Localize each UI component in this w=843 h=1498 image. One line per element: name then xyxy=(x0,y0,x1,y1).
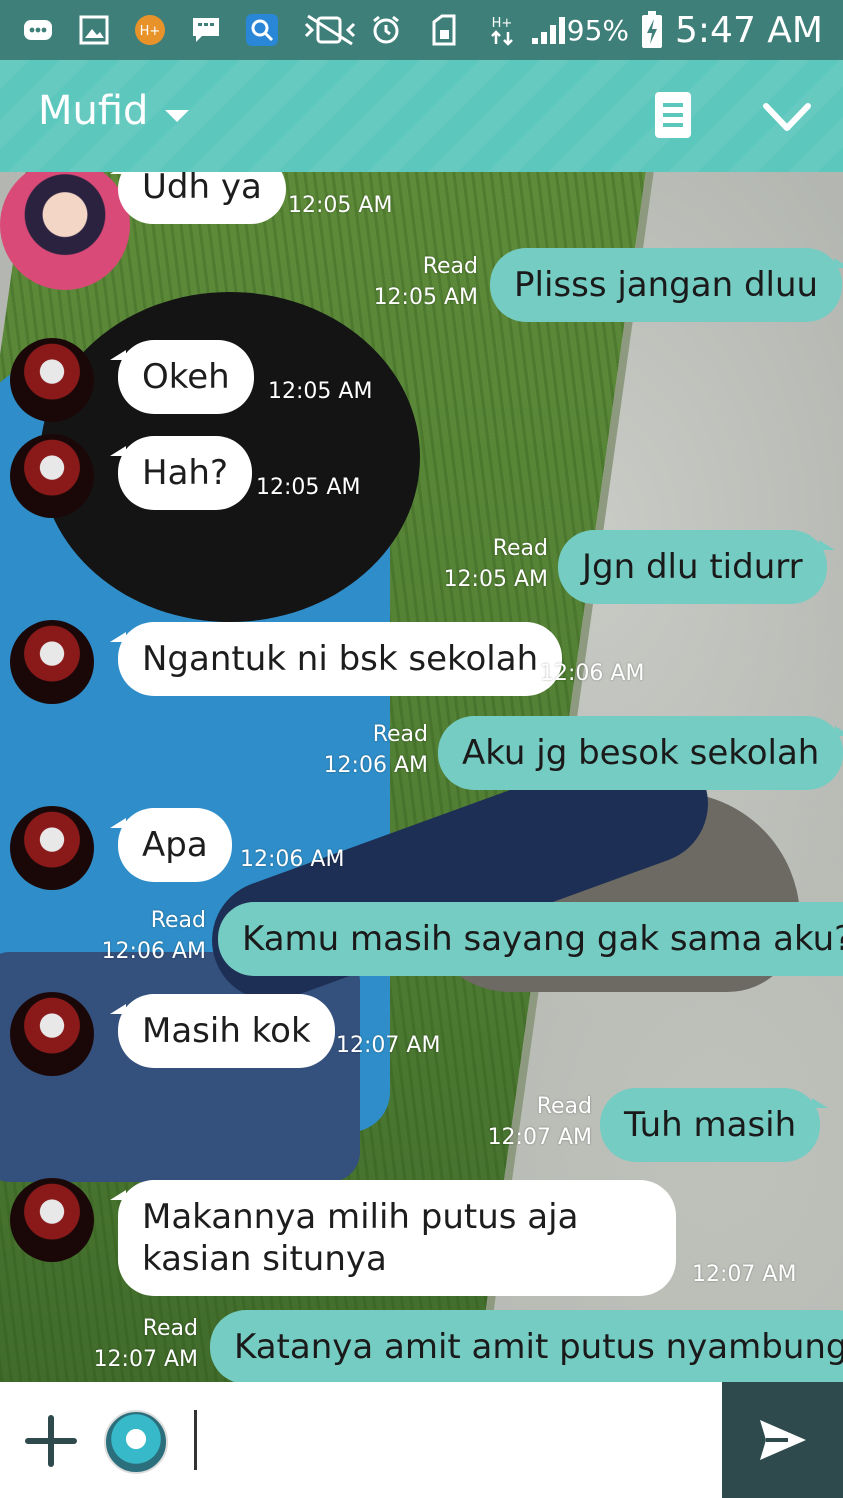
avatar-contact[interactable] xyxy=(10,992,94,1076)
avatar-contact[interactable] xyxy=(10,1178,94,1262)
message-outgoing[interactable]: Kamu masih sayang gak sama aku? xyxy=(218,902,843,976)
battery-charging-icon xyxy=(642,11,663,48)
read-receipt: Read xyxy=(142,1316,198,1341)
read-receipt: Read xyxy=(536,1094,592,1119)
message-time: 12:05 AM xyxy=(443,567,548,592)
sticker-avatar-icon[interactable] xyxy=(104,1410,168,1474)
message-time: 12:07 AM xyxy=(487,1125,592,1150)
message-time: 12:07 AM xyxy=(93,1347,198,1372)
clock: 5:47 AM xyxy=(675,9,823,51)
message-outgoing[interactable]: Katanya amit amit putus nyambung xyxy=(210,1310,843,1382)
message-incoming[interactable]: Hah? xyxy=(110,436,252,510)
svg-text:H+: H+ xyxy=(140,24,161,39)
text-cursor xyxy=(194,1410,197,1470)
data-hplus-icon: H+ xyxy=(491,16,513,46)
read-receipt: Read xyxy=(372,722,428,747)
read-receipt: Read xyxy=(422,254,478,279)
avatar-contact[interactable] xyxy=(10,434,94,518)
message-incoming[interactable]: Okeh xyxy=(110,340,254,414)
svg-text:H+: H+ xyxy=(492,16,513,31)
message-time: 12:05 AM xyxy=(288,193,393,218)
message-time: 12:07 AM xyxy=(692,1262,797,1287)
plus-icon[interactable] xyxy=(24,1414,78,1468)
vibrate-mute-icon xyxy=(304,14,356,46)
message-outgoing[interactable]: Aku jg besok sekolah xyxy=(438,716,843,790)
message-outgoing[interactable]: Plisss jangan dluu xyxy=(490,248,843,322)
message-incoming[interactable]: Udh ya xyxy=(110,172,286,224)
message-outgoing[interactable]: Jgn dlu tidurr xyxy=(558,530,835,604)
message-time: 12:05 AM xyxy=(373,285,478,310)
battery-percent: 95% xyxy=(566,13,630,47)
h-plus-app-icon: H+ xyxy=(135,15,165,45)
message-time: 12:06 AM xyxy=(540,661,645,686)
message-incoming[interactable]: Masih kok xyxy=(110,994,335,1068)
message-time: 12:05 AM xyxy=(256,475,361,500)
read-receipt: Read xyxy=(492,536,548,561)
status-right: 95% 5:47 AM xyxy=(567,8,823,52)
avatar-contact[interactable] xyxy=(10,806,94,890)
send-button[interactable] xyxy=(722,1382,843,1498)
message-outgoing[interactable]: Tuh masih xyxy=(600,1088,829,1162)
message-time: 12:06 AM xyxy=(240,847,345,872)
message-input-bar xyxy=(0,1382,843,1498)
avatar-contact[interactable] xyxy=(10,338,94,422)
message-time: 12:07 AM xyxy=(336,1033,441,1058)
alarm-icon xyxy=(373,15,399,44)
message-time: 12:06 AM xyxy=(323,753,428,778)
send-icon xyxy=(760,1420,806,1460)
search-app-icon xyxy=(246,14,278,46)
dropdown-caret-icon[interactable] xyxy=(165,110,189,122)
notes-icon[interactable] xyxy=(655,92,691,138)
chat-bubble-icon xyxy=(24,20,52,40)
avatar-contact[interactable] xyxy=(10,620,94,704)
sim-icon xyxy=(432,14,456,46)
message-time: 12:05 AM xyxy=(268,379,373,404)
message-time: 12:06 AM xyxy=(101,939,206,964)
signal-icon xyxy=(532,17,565,44)
message-icon xyxy=(193,18,219,42)
read-receipt: Read xyxy=(150,908,206,933)
chevron-down-icon[interactable] xyxy=(762,100,812,134)
status-bar: H+ H+ 95% 5:47 AM xyxy=(0,0,843,60)
message-incoming[interactable]: Apa xyxy=(110,808,232,882)
message-incoming[interactable]: Makannya milih putus aja kasian situnya xyxy=(110,1180,676,1296)
chat-area[interactable]: Udh ya 12:05 AM Read 12:05 AM Plisss jan… xyxy=(0,172,843,1382)
message-incoming[interactable]: Ngantuk ni bsk sekolah xyxy=(109,622,563,696)
chat-title[interactable]: Mufid xyxy=(38,88,148,134)
chat-header: Mufid xyxy=(0,60,843,172)
image-icon xyxy=(79,15,109,45)
